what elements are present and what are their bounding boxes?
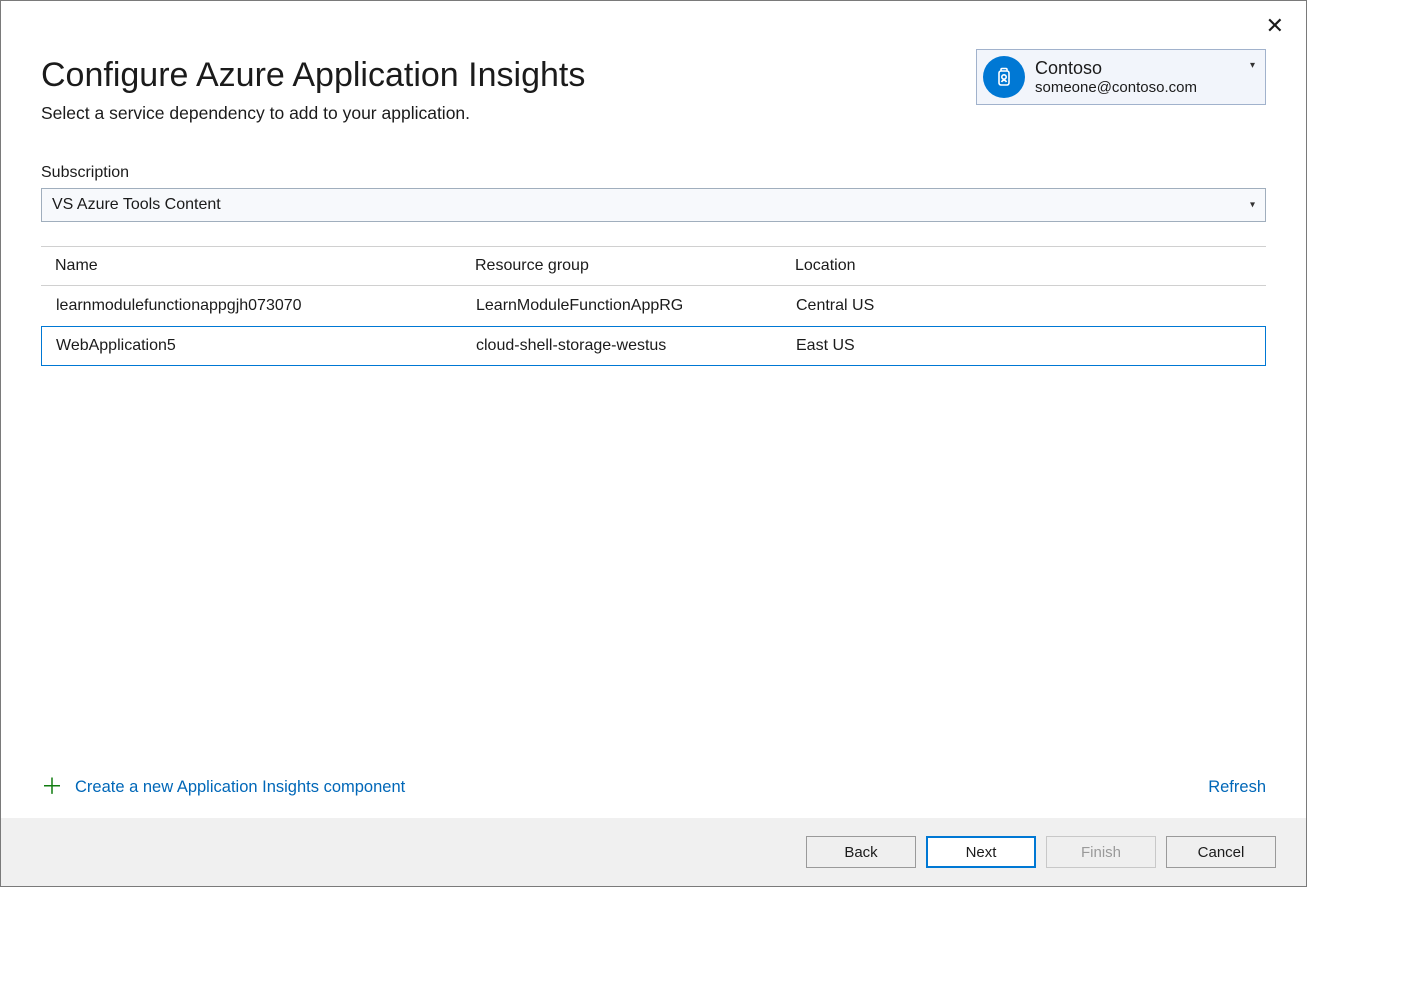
column-header-location[interactable]: Location [795,257,1252,275]
finish-button[interactable]: Finish [1046,836,1156,868]
dialog-body: Subscription VS Azure Tools Content ▾ Na… [1,124,1306,776]
plus-icon: ＋ [41,776,63,798]
dialog-footer: Back Next Finish Cancel [1,818,1306,886]
account-picker[interactable]: Contoso someone@contoso.com ▾ [976,49,1266,105]
chevron-down-icon: ▾ [1250,200,1255,211]
subscription-dropdown[interactable]: VS Azure Tools Content ▾ [41,188,1266,222]
column-header-resource-group[interactable]: Resource group [475,257,795,275]
cell-name: WebApplication5 [56,337,476,355]
account-text: Contoso someone@contoso.com [1035,58,1244,96]
instances-table: Name Resource group Location learnmodule… [41,246,1266,366]
cell-name: learnmodulefunctionappgjh073070 [56,297,476,315]
create-new-link-label: Create a new Application Insights compon… [75,778,405,797]
cell-resource-group: cloud-shell-storage-westus [476,337,796,355]
cell-location: Central US [796,297,1251,315]
column-header-name[interactable]: Name [55,257,475,275]
table-header-row: Name Resource group Location [41,246,1266,286]
table-body: learnmodulefunctionappgjh073070LearnModu… [41,286,1266,366]
configure-app-insights-dialog: ✕ Configure Azure Application Insights S… [0,0,1307,887]
page-subtitle: Select a service dependency to add to yo… [41,103,1266,124]
table-row[interactable]: WebApplication5cloud-shell-storage-westu… [41,326,1266,366]
cell-resource-group: LearnModuleFunctionAppRG [476,297,796,315]
cell-location: East US [796,337,1251,355]
next-button[interactable]: Next [926,836,1036,868]
account-badge-icon [983,56,1025,98]
cancel-button[interactable]: Cancel [1166,836,1276,868]
subscription-selected-value: VS Azure Tools Content [52,196,221,214]
subscription-label: Subscription [41,164,1266,182]
account-email: someone@contoso.com [1035,79,1244,96]
account-name: Contoso [1035,58,1244,79]
chevron-down-icon: ▾ [1250,60,1255,71]
table-row[interactable]: learnmodulefunctionappgjh073070LearnModu… [41,286,1266,326]
back-button[interactable]: Back [806,836,916,868]
refresh-link[interactable]: Refresh [1208,778,1266,797]
dialog-header: Configure Azure Application Insights Sel… [1,1,1306,124]
bottom-links: ＋ Create a new Application Insights comp… [1,776,1306,818]
create-new-link[interactable]: ＋ Create a new Application Insights comp… [41,776,405,798]
